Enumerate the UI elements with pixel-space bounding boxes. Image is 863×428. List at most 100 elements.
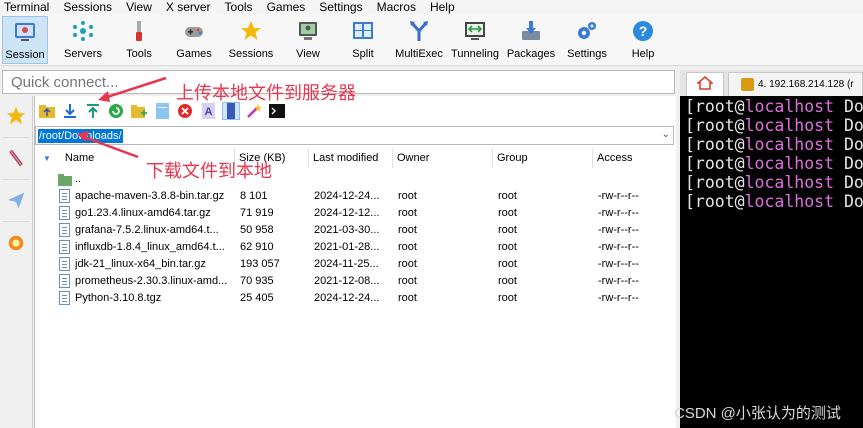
servers-button[interactable]: Servers bbox=[58, 16, 108, 64]
tools-icon bbox=[127, 19, 151, 43]
terminal-pane[interactable]: [root@localhost Do [root@localhost Do [roo… bbox=[680, 96, 863, 428]
folder-up-icon[interactable] bbox=[38, 102, 56, 120]
terminal-line: [root@localhost Do bbox=[685, 154, 863, 173]
table-row[interactable]: jdk-21_linux-x64_bin.tar.gz 193 057 2024-1… bbox=[35, 256, 675, 273]
table-row[interactable]: grafana-7.5.2.linux-amd64.t... 50 958 2021… bbox=[35, 222, 675, 239]
table-row[interactable]: Python-3.10.8.tgz 25 405 2024-12-24... root… bbox=[35, 290, 675, 307]
cell-owner: root bbox=[398, 241, 417, 253]
table-row[interactable]: influxdb-1.8.4_linux_amd64.t... 62 910 202… bbox=[35, 239, 675, 256]
gamepad-icon bbox=[182, 19, 206, 43]
cell-size: 70 935 bbox=[240, 275, 274, 287]
prompt-text: [root@ bbox=[685, 154, 745, 173]
servers-icon bbox=[71, 19, 95, 43]
cell-name: influxdb-1.8.4_linux_amd64.t... bbox=[75, 241, 225, 253]
menu-games[interactable]: Games bbox=[267, 0, 306, 14]
cell-size: 193 057 bbox=[240, 258, 280, 270]
cell-size: 50 958 bbox=[240, 224, 274, 236]
sidebar-sessions[interactable] bbox=[2, 98, 30, 138]
chevron-down-icon[interactable]: ⌄ bbox=[662, 129, 670, 140]
menu-x-server[interactable]: X server bbox=[166, 0, 211, 14]
sidebar-tools[interactable] bbox=[2, 140, 30, 180]
file-icon bbox=[59, 257, 70, 271]
new-file-icon[interactable] bbox=[153, 102, 171, 120]
cell-group: root bbox=[498, 258, 517, 270]
column-last-modified[interactable]: Last modified bbox=[309, 148, 393, 168]
cell-access: -rw-r--r-- bbox=[598, 190, 639, 202]
tools-button[interactable]: Tools bbox=[118, 16, 160, 64]
terminal-line: [root@localhost Do bbox=[685, 116, 863, 135]
sort-down-icon: ▼ bbox=[43, 154, 51, 163]
download-icon[interactable] bbox=[61, 102, 79, 120]
menu-view[interactable]: View bbox=[126, 0, 152, 14]
column-owner[interactable]: Owner bbox=[393, 148, 493, 168]
menu-help[interactable]: Help bbox=[430, 0, 455, 14]
prompt-text: Do bbox=[834, 154, 863, 173]
tunneling-button[interactable]: Tunneling bbox=[450, 16, 500, 64]
new-folder-icon[interactable] bbox=[130, 102, 148, 120]
upload-icon[interactable] bbox=[84, 102, 102, 120]
prompt-text: Do bbox=[834, 135, 863, 154]
column-group[interactable]: Group bbox=[493, 148, 593, 168]
parent-directory-row[interactable]: .. bbox=[35, 171, 675, 188]
file-icon bbox=[59, 206, 70, 220]
sessions-button[interactable]: Sessions bbox=[226, 16, 276, 64]
parent-directory-label: .. bbox=[75, 173, 82, 185]
table-row[interactable]: prometheus-2.30.3.linux-amd... 70 935 2021… bbox=[35, 273, 675, 290]
refresh-icon[interactable] bbox=[107, 102, 125, 120]
help-button[interactable]: ? Help bbox=[628, 16, 658, 64]
cell-group: root bbox=[498, 292, 517, 304]
sftp-icon bbox=[6, 233, 26, 256]
split-icon bbox=[351, 19, 375, 43]
cell-owner: root bbox=[398, 190, 417, 202]
file-icon bbox=[59, 189, 70, 203]
settings-button[interactable]: Settings bbox=[564, 16, 610, 64]
menu-settings[interactable]: Settings bbox=[319, 0, 362, 14]
cell-access: -rw-r--r-- bbox=[598, 292, 639, 304]
cell-access: -rw-r--r-- bbox=[598, 241, 639, 253]
remote-path-field[interactable]: /root/Downloads/ ⌄ bbox=[35, 126, 674, 145]
multiexec-icon bbox=[407, 19, 431, 43]
menu-tools[interactable]: Tools bbox=[225, 0, 253, 14]
cell-owner: root bbox=[398, 258, 417, 270]
view-button[interactable]: View bbox=[290, 16, 326, 64]
cell-owner: root bbox=[398, 292, 417, 304]
packages-icon bbox=[519, 19, 543, 43]
download-annotation: 下载文件到本地 bbox=[146, 161, 272, 182]
file-icon bbox=[59, 274, 70, 288]
prompt-host: localhost bbox=[744, 116, 835, 135]
menu-macros[interactable]: Macros bbox=[377, 0, 416, 14]
menu-terminal[interactable]: Terminal bbox=[4, 0, 49, 14]
star-icon bbox=[239, 19, 263, 43]
prompt-text: [root@ bbox=[685, 116, 745, 135]
sidebar-macros[interactable] bbox=[2, 182, 30, 222]
file-table-header: ▼ Name Size (KB) Last modified Owner Grou… bbox=[35, 148, 675, 168]
table-row[interactable]: apache-maven-3.8.8-bin.tar.gz 8 101 2024-1… bbox=[35, 188, 675, 205]
cell-size: 71 919 bbox=[240, 207, 274, 219]
menu-sessions[interactable]: Sessions bbox=[63, 0, 112, 14]
cell-name: jdk-21_linux-x64_bin.tar.gz bbox=[75, 258, 206, 270]
session-tab[interactable]: 4. 192.168.214.128 (r bbox=[728, 72, 863, 96]
file-icon bbox=[59, 223, 70, 237]
cell-modified: 2021-03-30... bbox=[314, 224, 380, 236]
split-button[interactable]: Split bbox=[346, 16, 380, 64]
column-access[interactable]: Access bbox=[593, 148, 675, 168]
remote-path-text: /root/Downloads/ bbox=[38, 129, 123, 143]
packages-button[interactable]: Packages bbox=[506, 16, 556, 64]
sidebar-sftp[interactable] bbox=[2, 224, 30, 264]
cell-group: root bbox=[498, 224, 517, 236]
cell-name: Python-3.10.8.tgz bbox=[75, 292, 162, 304]
cell-name: go1.23.4.linux-amd64.tar.gz bbox=[75, 207, 211, 219]
cell-modified: 2024-12-24... bbox=[314, 292, 380, 304]
prompt-text: Do bbox=[834, 97, 863, 116]
table-row[interactable]: go1.23.4.linux-amd64.tar.gz 71 919 2024-12… bbox=[35, 205, 675, 222]
help-icon: ? bbox=[631, 19, 655, 43]
sftp-panel: A /root/Downloads/ ⌄ ▼ Name Size (KB) Las… bbox=[34, 96, 676, 428]
cell-access: -rw-r--r-- bbox=[598, 224, 639, 236]
prompt-text: Do bbox=[834, 116, 863, 135]
home-tab[interactable] bbox=[686, 72, 724, 96]
multiexec-button[interactable]: MultiExec bbox=[393, 16, 445, 64]
session-button[interactable]: Session bbox=[2, 16, 48, 64]
games-button[interactable]: Games bbox=[172, 16, 216, 64]
cell-size: 25 405 bbox=[240, 292, 274, 304]
view-icon bbox=[296, 19, 320, 43]
